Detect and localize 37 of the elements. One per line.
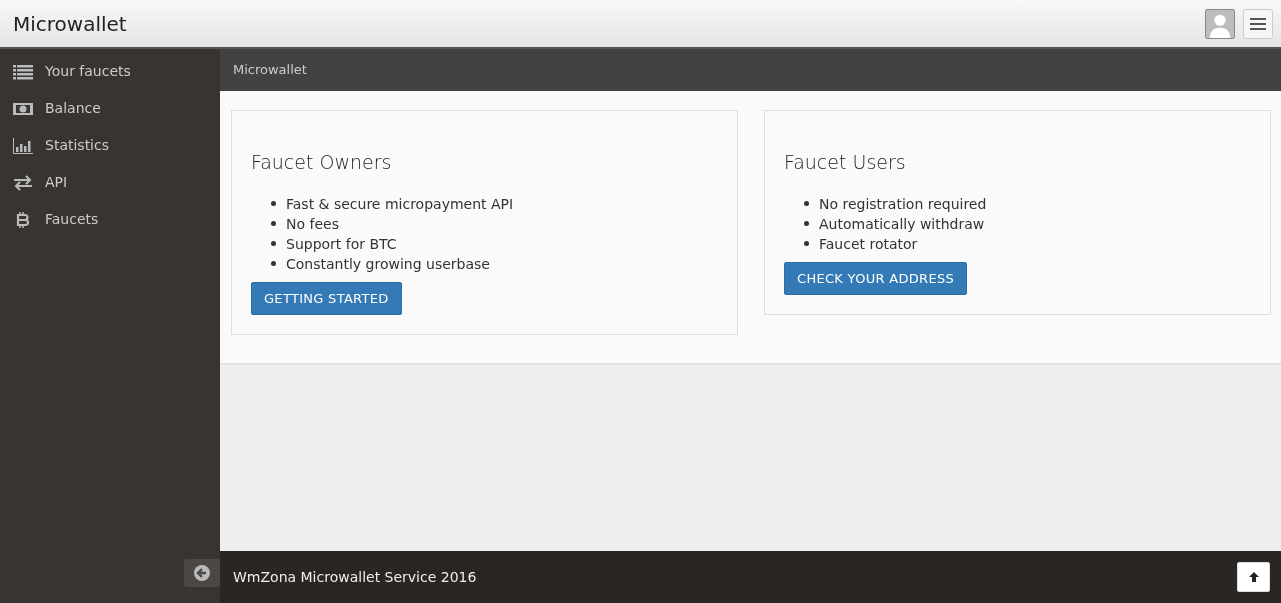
menu-icon [1250,17,1266,30]
sidebar-item[interactable]: Balance [0,90,220,127]
bullet-icon [271,221,276,227]
menu-button[interactable] [1243,8,1273,39]
bullet-icon [271,261,276,267]
card-title: Faucet Users [784,151,907,174]
feature-item: Automatically withdraw [819,214,985,234]
scroll-top-button[interactable] [1237,562,1270,592]
brand-title[interactable]: Microwallet [13,8,127,39]
action-button[interactable]: CHECK YOUR ADDRESS [784,261,967,296]
sidebar-item[interactable]: Statistics [0,127,220,164]
list-icon [13,63,33,80]
feature-item: No fees [286,214,339,234]
feature-item: No registration required [819,194,987,214]
collapse-button[interactable] [184,559,220,587]
arrow-left-icon [193,564,211,582]
feature-item: Constantly growing userbase [286,254,490,274]
card-title: Faucet Owners [251,151,393,174]
breadcrumb[interactable]: Microwallet [233,60,307,80]
footer-text: WmZona Microwallet Service 2016 [233,567,477,587]
bullet-icon [804,201,809,207]
feature-item: Fast & secure micropayment API [286,194,514,214]
arrow-up-icon [1247,571,1260,583]
feature-item: Support for BTC [286,234,397,254]
banknote-icon [13,100,33,117]
bullet-icon [271,241,276,247]
feature-item: Faucet rotator [819,234,918,254]
swap-arrows-icon [13,174,33,191]
sidebar-item[interactable]: Faucets [0,201,220,238]
action-button[interactable]: GETTING STARTED [251,281,402,316]
bullet-icon [271,201,276,207]
bar-chart-icon [13,137,33,154]
bullet-icon [804,221,809,227]
sidebar-item[interactable]: API [0,164,220,201]
bullet-icon [804,241,809,247]
sidebar-item[interactable]: Your faucets [0,53,220,90]
avatar-icon[interactable] [1205,8,1235,39]
